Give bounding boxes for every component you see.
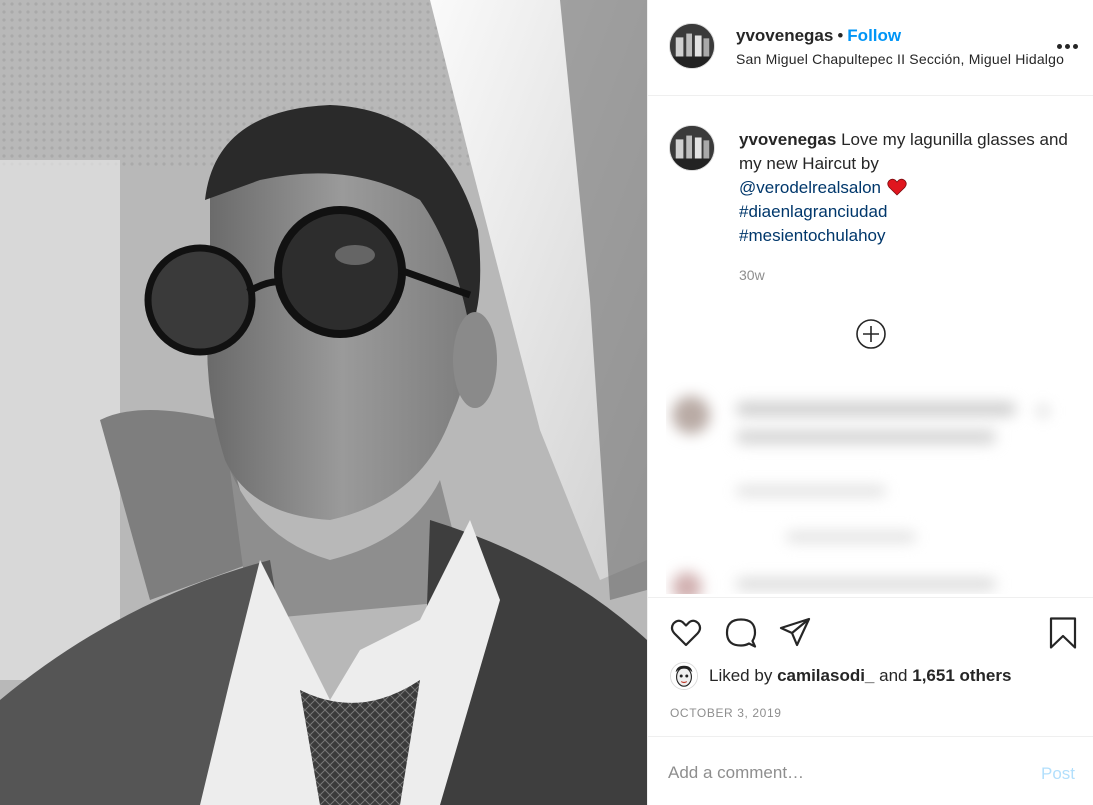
avatar-image <box>670 24 714 68</box>
comment-icon[interactable] <box>724 616 758 650</box>
portrait-image <box>0 0 647 805</box>
post-actions <box>648 597 1093 657</box>
likes-prefix: Liked by <box>709 666 773 685</box>
liker-avatar-image <box>671 663 697 689</box>
post-header: yvovenegas • Follow San Miguel Chapultepec… <box>648 0 1093 96</box>
author-avatar[interactable] <box>669 23 715 69</box>
heart-icon[interactable] <box>669 616 703 650</box>
caption-mention[interactable]: @verodelrealsalon <box>739 178 881 197</box>
liker-avatar[interactable] <box>670 662 698 690</box>
post-caption: yvovenegas Love my lagunilla glasses and… <box>739 128 1074 248</box>
separator-dot: • <box>837 26 844 45</box>
post-side-panel: yvovenegas • Follow San Miguel Chapultepec… <box>647 0 1093 805</box>
caption-avatar[interactable] <box>669 125 715 171</box>
post-location[interactable]: San Miguel Chapultepec II Sección, Migue… <box>736 51 1076 67</box>
liker-username[interactable]: camilasodi_ <box>777 666 874 685</box>
likes-joiner: and <box>879 666 908 685</box>
caption-username[interactable]: yvovenegas <box>739 130 836 149</box>
bookmark-icon[interactable] <box>1046 616 1080 650</box>
comment-bar: Post <box>648 736 1093 805</box>
post-comment-button[interactable]: Post <box>1041 764 1075 784</box>
more-options-icon[interactable] <box>1057 44 1079 50</box>
blurred-comments <box>666 382 1076 594</box>
comment-input[interactable] <box>668 757 1018 789</box>
post-photo[interactable] <box>0 0 647 805</box>
follow-button[interactable]: Follow <box>847 26 901 45</box>
likes-summary: Liked by camilasodi_ and 1,651 others <box>670 661 1070 693</box>
share-icon[interactable] <box>778 616 812 650</box>
post-age[interactable]: 30w <box>739 267 765 283</box>
header-user-line: yvovenegas • Follow <box>736 26 901 46</box>
load-more-comments-icon[interactable] <box>855 318 887 350</box>
likes-text: Liked by camilasodi_ and 1,651 others <box>709 666 1011 686</box>
avatar-image <box>670 126 714 170</box>
red-heart-icon <box>887 178 907 196</box>
likes-others-link[interactable]: 1,651 others <box>912 666 1011 685</box>
author-username[interactable]: yvovenegas <box>736 26 833 45</box>
hashtag-diaenlagranciudad[interactable]: #diaenlagranciudad <box>739 200 1074 224</box>
hashtag-mesientochulahoy[interactable]: #mesientochulahoy <box>739 224 1074 248</box>
post-date[interactable]: October 3, 2019 <box>670 706 782 720</box>
